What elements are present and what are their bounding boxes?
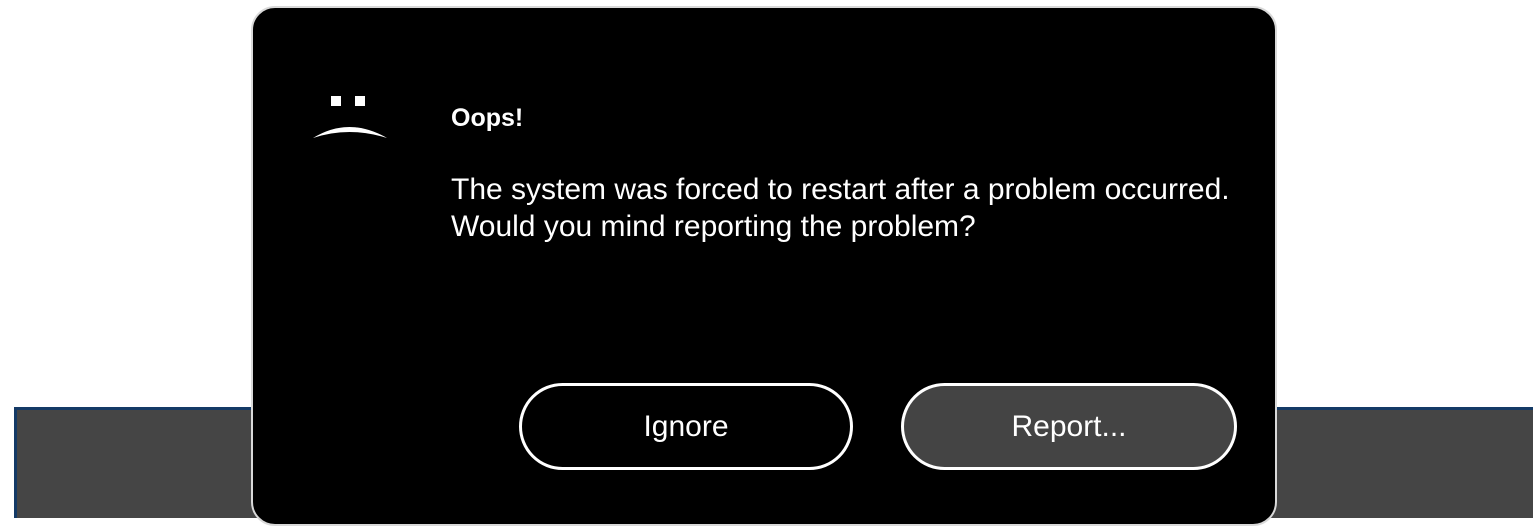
report-button[interactable]: Report... xyxy=(901,383,1237,470)
sad-face-icon xyxy=(313,96,387,138)
dialog-title: Oops! xyxy=(451,104,524,132)
crash-report-dialog: Oops! The system was forced to restart a… xyxy=(251,6,1277,526)
ignore-button[interactable]: Ignore xyxy=(519,383,853,470)
dialog-message: The system was forced to restart after a… xyxy=(451,173,1230,243)
